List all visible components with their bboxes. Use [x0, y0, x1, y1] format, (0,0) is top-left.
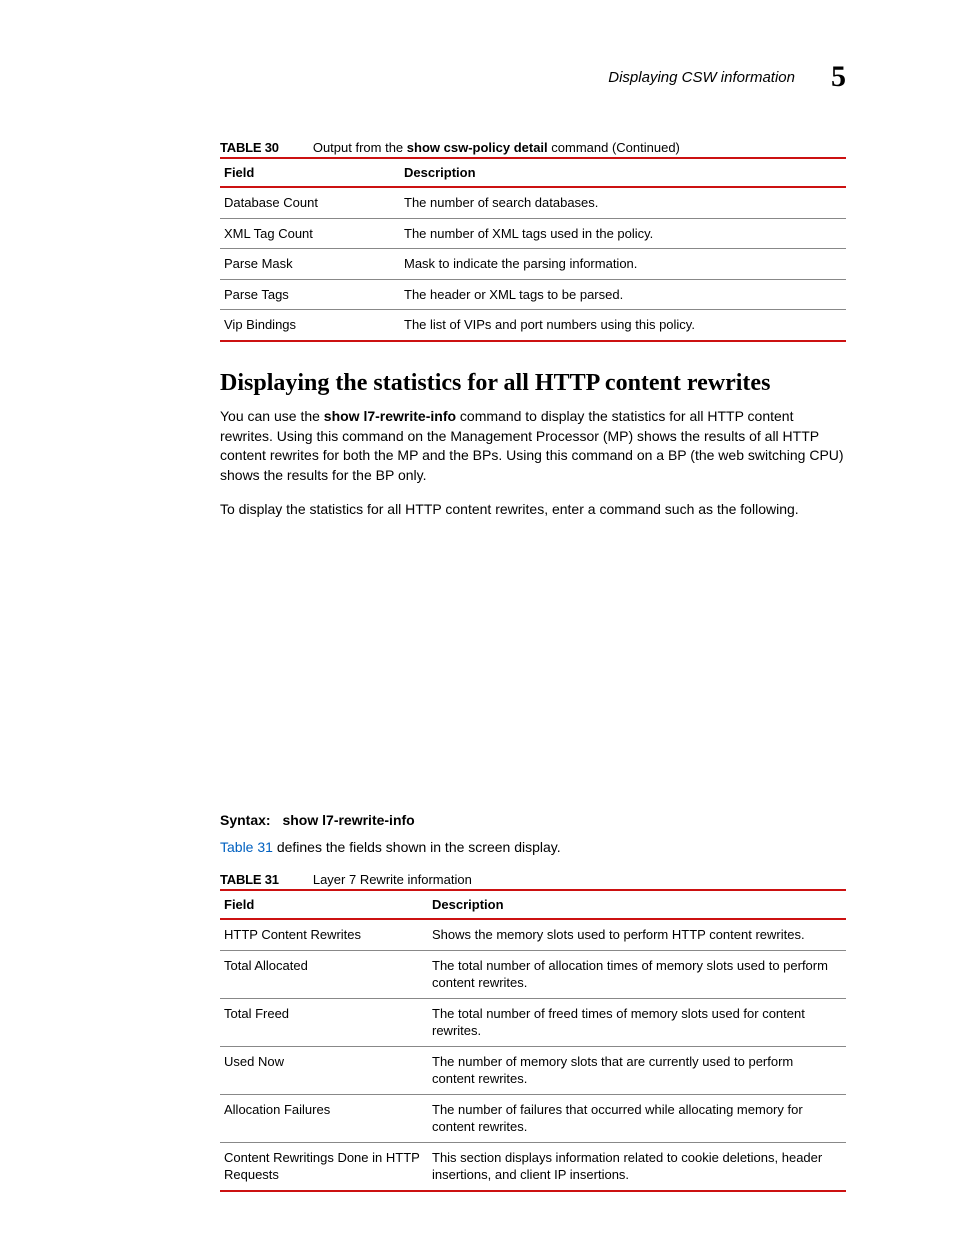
cell-desc: Shows the memory slots used to perform H… — [428, 919, 846, 950]
cell-field: Allocation Failures — [220, 1094, 428, 1142]
text: You can use the — [220, 408, 324, 424]
blank-space — [220, 534, 846, 812]
cell-desc: The number of XML tags used in the polic… — [400, 218, 846, 249]
table-row: Content Rewritings Done in HTTP Requests… — [220, 1142, 846, 1191]
paragraph: To display the statistics for all HTTP c… — [220, 500, 846, 520]
col-description: Description — [400, 158, 846, 187]
cell-field: Parse Mask — [220, 249, 400, 280]
cell-desc: The number of memory slots that are curr… — [428, 1046, 846, 1094]
table30-caption: TABLE 30 Output from the show csw-policy… — [220, 140, 846, 155]
page: Displaying CSW information 5 TABLE 30 Ou… — [0, 0, 954, 1192]
chapter-number: 5 — [831, 60, 846, 94]
cell-field: Content Rewritings Done in HTTP Requests — [220, 1142, 428, 1191]
cell-field: Total Allocated — [220, 950, 428, 998]
text: defines the fields shown in the screen d… — [273, 839, 561, 855]
syntax-line: Syntax: show l7-rewrite-info — [220, 812, 846, 828]
text-bold: show l7-rewrite-info — [324, 408, 456, 424]
cell-desc: The list of VIPs and port numbers using … — [400, 310, 846, 341]
table-row: Allocation FailuresThe number of failure… — [220, 1094, 846, 1142]
col-field: Field — [220, 890, 428, 919]
cell-field: Total Freed — [220, 998, 428, 1046]
table31-caption: TABLE 31 Layer 7 Rewrite information — [220, 872, 846, 887]
running-header: Displaying CSW information 5 — [220, 60, 846, 94]
cell-field: HTTP Content Rewrites — [220, 919, 428, 950]
cell-field: Parse Tags — [220, 279, 400, 310]
cell-field: Used Now — [220, 1046, 428, 1094]
text: Output from the — [313, 140, 407, 155]
syntax-command: show l7-rewrite-info — [282, 812, 414, 828]
col-description: Description — [428, 890, 846, 919]
table31-number: TABLE 31 — [220, 872, 279, 887]
table-header-row: Field Description — [220, 158, 846, 187]
table-row: HTTP Content RewritesShows the memory sl… — [220, 919, 846, 950]
paragraph: You can use the show l7-rewrite-info com… — [220, 407, 846, 487]
cell-field: Database Count — [220, 187, 400, 218]
syntax-label: Syntax: — [220, 812, 271, 828]
paragraph: Table 31 defines the fields shown in the… — [220, 838, 846, 858]
cell-field: XML Tag Count — [220, 218, 400, 249]
table-header-row: Field Description — [220, 890, 846, 919]
cell-desc: The number of search databases. — [400, 187, 846, 218]
table-row: Database CountThe number of search datab… — [220, 187, 846, 218]
table31-cross-ref[interactable]: Table 31 — [220, 839, 273, 855]
table-row: Total FreedThe total number of freed tim… — [220, 998, 846, 1046]
table-row: Parse TagsThe header or XML tags to be p… — [220, 279, 846, 310]
table31: Field Description HTTP Content RewritesS… — [220, 889, 846, 1192]
table-row: Used NowThe number of memory slots that … — [220, 1046, 846, 1094]
table30-title: Output from the show csw-policy detail c… — [313, 140, 680, 155]
text-bold: show csw-policy detail — [407, 140, 548, 155]
section-heading: Displaying the statistics for all HTTP c… — [220, 370, 846, 397]
table-row: XML Tag CountThe number of XML tags used… — [220, 218, 846, 249]
table-row: Vip BindingsThe list of VIPs and port nu… — [220, 310, 846, 341]
cell-desc: Mask to indicate the parsing information… — [400, 249, 846, 280]
cell-desc: The total number of allocation times of … — [428, 950, 846, 998]
table-row: Total AllocatedThe total number of alloc… — [220, 950, 846, 998]
cell-desc: This section displays information relate… — [428, 1142, 846, 1191]
cell-desc: The header or XML tags to be parsed. — [400, 279, 846, 310]
running-header-label: Displaying CSW information — [608, 69, 795, 86]
table30-number: TABLE 30 — [220, 140, 279, 155]
cell-desc: The total number of freed times of memor… — [428, 998, 846, 1046]
table30: Field Description Database CountThe numb… — [220, 157, 846, 342]
cell-desc: The number of failures that occurred whi… — [428, 1094, 846, 1142]
text: command (Continued) — [548, 140, 680, 155]
table-row: Parse MaskMask to indicate the parsing i… — [220, 249, 846, 280]
cell-field: Vip Bindings — [220, 310, 400, 341]
col-field: Field — [220, 158, 400, 187]
table31-title: Layer 7 Rewrite information — [313, 872, 472, 887]
